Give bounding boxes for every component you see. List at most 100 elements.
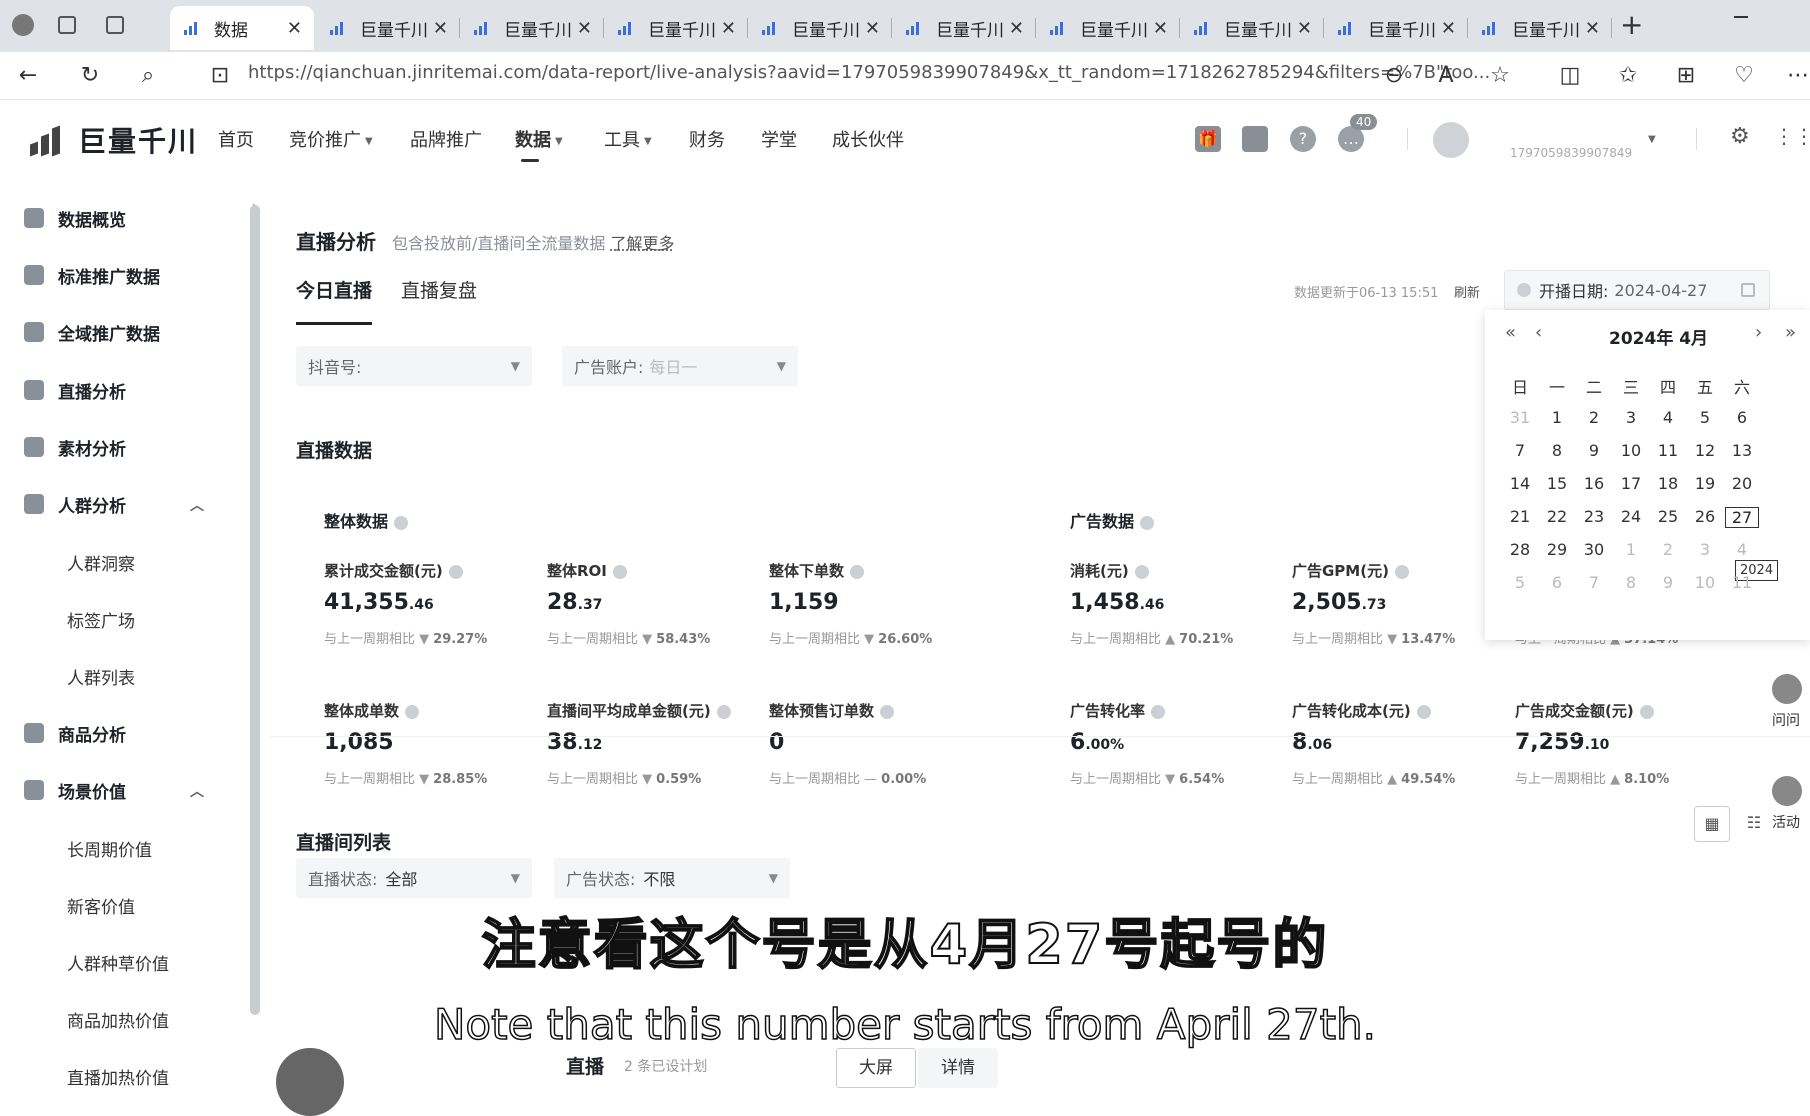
zoom-icon[interactable]: ⊖ bbox=[1380, 62, 1408, 90]
ask-helper[interactable]: 问问 bbox=[1772, 674, 1802, 730]
collections-icon[interactable]: ⊞ bbox=[1672, 62, 1700, 90]
close-tab-icon[interactable]: ✕ bbox=[1441, 18, 1456, 39]
browser-tab[interactable]: 巨量千川 ✕ bbox=[460, 6, 604, 50]
settings-icon[interactable]: ⚙ bbox=[1730, 124, 1750, 149]
calendar-day[interactable]: 2 bbox=[1577, 408, 1611, 427]
prev-year-icon[interactable]: « bbox=[1505, 322, 1516, 343]
calendar-day[interactable]: 8 bbox=[1540, 441, 1574, 460]
browser-tab[interactable]: 巨量千川 ✕ bbox=[1036, 6, 1180, 50]
sidebar-item-global-promo[interactable]: 全域推广数据 bbox=[24, 317, 160, 347]
calendar-day[interactable]: 24 bbox=[1614, 507, 1648, 526]
calendar-day[interactable]: 6 bbox=[1725, 408, 1759, 427]
nav-item[interactable]: 竞价推广 ▼ bbox=[289, 126, 373, 152]
calendar-day-selected[interactable]: 27 bbox=[1725, 507, 1759, 528]
browser-tab[interactable]: 巨量千川 ✕ bbox=[892, 6, 1036, 50]
nav-item[interactable]: 品牌推广 bbox=[410, 126, 482, 152]
calendar-day[interactable]: 10 bbox=[1688, 573, 1722, 592]
user-avatar[interactable] bbox=[1433, 122, 1469, 158]
help-icon[interactable] bbox=[612, 564, 627, 579]
help-icon[interactable] bbox=[1134, 564, 1149, 579]
calendar-day[interactable]: 13 bbox=[1725, 441, 1759, 460]
close-tab-icon[interactable]: ✕ bbox=[1153, 18, 1168, 39]
workspaces-icon[interactable] bbox=[58, 16, 76, 34]
nav-item[interactable]: 数据 ▼ bbox=[515, 126, 563, 162]
help-icon[interactable] bbox=[1140, 515, 1155, 530]
grid-view-button[interactable]: ▦ bbox=[1694, 806, 1730, 842]
apps-grid-icon[interactable]: ⋮⋮ bbox=[1774, 124, 1810, 148]
calendar-day[interactable]: 20 bbox=[1725, 474, 1759, 493]
browser-essentials-icon[interactable]: ♡ bbox=[1730, 62, 1758, 90]
nav-item[interactable]: 工具 ▼ bbox=[604, 126, 652, 152]
calendar-day[interactable]: 11 bbox=[1725, 573, 1759, 592]
minimize-icon[interactable] bbox=[1734, 16, 1748, 18]
help-icon[interactable] bbox=[1416, 704, 1431, 719]
calendar-day[interactable]: 4 bbox=[1725, 540, 1759, 559]
calendar-day[interactable]: 25 bbox=[1651, 507, 1685, 526]
read-aloud-icon[interactable]: A bbox=[1432, 62, 1460, 90]
browser-tab[interactable]: 巨量千川 ✕ bbox=[1324, 6, 1468, 50]
calendar-day[interactable]: 31 bbox=[1503, 408, 1537, 427]
account-chevron-down-icon[interactable]: ▼ bbox=[1648, 134, 1656, 145]
help-icon[interactable] bbox=[716, 704, 731, 719]
tab-live-review[interactable]: 直播复盘 bbox=[401, 276, 477, 303]
calendar-day[interactable]: 28 bbox=[1503, 540, 1537, 559]
calendar-day[interactable]: 21 bbox=[1503, 507, 1537, 526]
site-info-icon[interactable]: ⊡ bbox=[206, 62, 234, 90]
help-icon[interactable] bbox=[1639, 704, 1654, 719]
calendar-day[interactable]: 23 bbox=[1577, 507, 1611, 526]
url-field[interactable]: https://qianchuan.jinritemai.com/data-re… bbox=[248, 62, 1490, 83]
sidebar-item-audience-analysis[interactable]: 人群分析 ︿ bbox=[24, 489, 204, 519]
live-status-select[interactable]: 直播状态: 全部 ▼ bbox=[296, 858, 532, 898]
list-view-button[interactable]: ☷ bbox=[1736, 806, 1772, 842]
calendar-day[interactable]: 29 bbox=[1540, 540, 1574, 559]
calendar-day[interactable]: 6 bbox=[1540, 573, 1574, 592]
chevron-up-icon[interactable]: ︿ bbox=[190, 781, 204, 801]
calendar-day[interactable]: 18 bbox=[1651, 474, 1685, 493]
calendar-day[interactable]: 3 bbox=[1614, 408, 1648, 427]
sidebar-item-tag-square[interactable]: 标签广场 bbox=[67, 607, 135, 632]
date-picker[interactable]: 开播日期: 2024-04-27 bbox=[1504, 270, 1770, 310]
browser-tab[interactable]: 数据 ✕ bbox=[170, 6, 314, 50]
calendar-day[interactable]: 2 bbox=[1651, 540, 1685, 559]
calendar-day[interactable]: 9 bbox=[1651, 573, 1685, 592]
sidebar-item-audience-list[interactable]: 人群列表 bbox=[67, 664, 135, 689]
help-icon[interactable] bbox=[1151, 704, 1166, 719]
learn-more-link[interactable]: 了解更多 bbox=[611, 234, 675, 253]
favorite-icon[interactable]: ☆ bbox=[1486, 62, 1514, 90]
brand-logo[interactable]: 巨量千川 bbox=[30, 120, 198, 160]
close-tab-icon[interactable]: ✕ bbox=[1297, 18, 1312, 39]
calendar-day[interactable]: 16 bbox=[1577, 474, 1611, 493]
help-icon[interactable] bbox=[880, 704, 895, 719]
sidebar-item-overview[interactable]: 数据概览 bbox=[24, 203, 126, 233]
activity-helper[interactable]: 活动 bbox=[1772, 776, 1802, 832]
douyin-account-select[interactable]: 抖音号: ▼ bbox=[296, 346, 532, 386]
calendar-day[interactable]: 7 bbox=[1503, 441, 1537, 460]
calendar-day[interactable]: 1 bbox=[1614, 540, 1648, 559]
sidebar-item-standard-promo[interactable]: 标准推广数据 bbox=[24, 260, 160, 290]
sidebar-item-scene-value[interactable]: 场景价值 ︿ bbox=[24, 775, 204, 805]
sidebar-item-live-boost-value[interactable]: 直播加热价值 bbox=[67, 1064, 169, 1089]
close-tab-icon[interactable]: ✕ bbox=[1009, 18, 1024, 39]
new-tab-button[interactable]: + bbox=[1620, 8, 1643, 41]
tab-today-live[interactable]: 今日直播 bbox=[296, 276, 372, 303]
gift-icon[interactable]: 🎁 bbox=[1195, 126, 1221, 152]
calendar-day[interactable]: 8 bbox=[1614, 573, 1648, 592]
sidebar-scrollbar[interactable] bbox=[250, 205, 260, 1015]
reload-icon[interactable]: ↻ bbox=[76, 62, 104, 90]
help-icon[interactable] bbox=[850, 564, 865, 579]
next-month-icon[interactable]: › bbox=[1755, 322, 1762, 343]
browser-tab[interactable]: 巨量千川 ✕ bbox=[1468, 6, 1612, 50]
calendar-day[interactable]: 1 bbox=[1540, 408, 1574, 427]
nav-item[interactable]: 学堂 bbox=[761, 126, 797, 152]
calendar-day[interactable]: 22 bbox=[1540, 507, 1574, 526]
detail-button[interactable]: 详情 bbox=[918, 1048, 998, 1088]
help-icon[interactable] bbox=[405, 704, 420, 719]
close-tab-icon[interactable]: ✕ bbox=[577, 18, 592, 39]
favorites-icon[interactable]: ✩ bbox=[1614, 62, 1642, 90]
calendar-day[interactable]: 17 bbox=[1614, 474, 1648, 493]
prev-month-icon[interactable]: ‹ bbox=[1535, 322, 1542, 343]
close-tab-icon[interactable]: ✕ bbox=[1585, 18, 1600, 39]
close-tab-icon[interactable]: ✕ bbox=[287, 18, 302, 39]
account-id[interactable]: 1797059839907849 bbox=[1510, 146, 1632, 160]
calendar-day[interactable]: 15 bbox=[1540, 474, 1574, 493]
